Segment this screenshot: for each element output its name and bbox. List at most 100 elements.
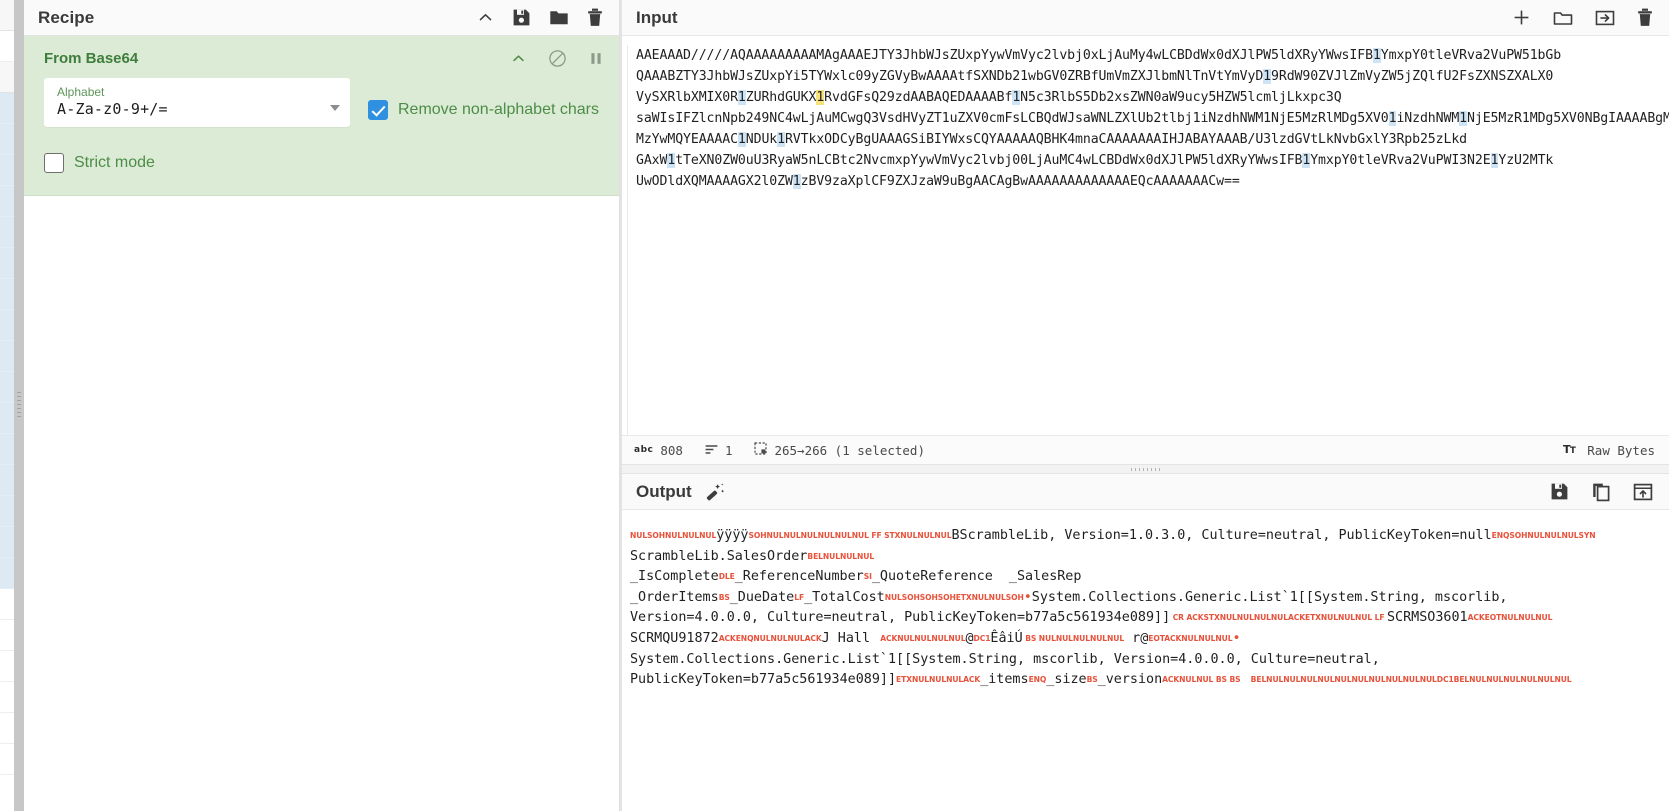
open-input-icon[interactable] (1595, 9, 1615, 27)
ops-item[interactable] (0, 465, 14, 496)
output-line: SCRMQU91872ACKENQNULNULNULACKJ Hall ACKN… (630, 630, 1241, 646)
output-text[interactable]: NULSOHNULNULNULÿÿÿÿSOHNULNULNULNULNULNUL… (622, 510, 1669, 811)
input-length-value: 808 (660, 442, 683, 458)
breakpoint-op-icon[interactable] (589, 50, 603, 67)
output-line: ScrambleLib.SalesOrderBELNULNULNUL (630, 548, 875, 564)
chevron-down-icon[interactable] (329, 105, 340, 111)
splitter-grip-icon (17, 391, 21, 420)
ops-item[interactable] (0, 310, 14, 341)
input-selection-status: 265→266 (1 selected) (754, 442, 925, 458)
open-folder-icon[interactable] (1553, 9, 1573, 27)
svg-text:T: T (1570, 446, 1576, 455)
ops-item[interactable] (0, 682, 14, 713)
ops-item[interactable] (0, 372, 14, 403)
operation-arguments: Alphabet A-Za-z0-9+/= Remove non-alphabe… (24, 78, 619, 127)
recipe-toolbar (477, 8, 603, 27)
alphabet-label: Alphabet (57, 85, 105, 99)
input-line: MzYwMQYEAAAAC1NDUk1RVTkxODCyBgUAAAGSiBIY… (636, 132, 1468, 147)
cyberchef-app: Recipe From Base64 Alphabet A-Za-z0-9+/=… (0, 0, 1669, 811)
remove-non-alphabet-checkbox[interactable] (367, 100, 388, 120)
output-pane: Output NULSOHNULNULNULÿÿÿÿSOHNULNULNULNU… (622, 474, 1669, 811)
recipe-title-bar: Recipe (24, 0, 619, 36)
ops-item[interactable] (0, 403, 14, 434)
input-encoding-status[interactable]: T T Raw Bytes (1563, 443, 1655, 458)
ops-search[interactable] (0, 31, 14, 62)
output-title: Output (636, 481, 692, 501)
clear-input-icon[interactable] (1637, 8, 1653, 27)
copy-output-icon[interactable] (1591, 482, 1611, 502)
output-line: NULSOHNULNULNULÿÿÿÿSOHNULNULNULNULNULNUL… (630, 528, 1596, 543)
output-title-bar: Output (622, 474, 1669, 510)
replace-input-icon[interactable] (1633, 482, 1653, 502)
text-format-icon: T T (1563, 443, 1579, 458)
operation-controls (511, 49, 603, 68)
ops-item[interactable] (0, 651, 14, 682)
save-output-icon[interactable] (1550, 482, 1569, 501)
ops-item[interactable] (0, 341, 14, 372)
input-output-splitter[interactable] (622, 465, 1669, 474)
splitter-grip-icon (1130, 468, 1161, 471)
ops-item[interactable] (0, 248, 14, 279)
operations-list-strip[interactable] (0, 0, 14, 811)
input-line: AAEAAAD/////AQAAAAAAAAAMAgAAAEJTY3JhbWJs… (636, 48, 1562, 63)
input-line: saWIsIFZlcnNpb249NC4wLjAuMCwgQ3VsdHVyZT1… (636, 111, 1669, 126)
remove-non-alphabet-label: Remove non-alphabet chars (397, 101, 599, 118)
collapse-op-icon[interactable] (511, 51, 526, 66)
ops-item[interactable] (0, 186, 14, 217)
input-status-bar: abc 808 1 265→266 (1 selected) T T Raw B… (622, 435, 1669, 465)
ops-recipe-splitter[interactable] (14, 0, 24, 811)
recipe-operation-from-base64[interactable]: From Base64 Alphabet A-Za-z0-9+/= Remove… (24, 36, 619, 196)
load-recipe-icon[interactable] (549, 8, 569, 27)
input-title-bar: Input (622, 0, 1669, 36)
input-selection-value: 265→266 (1 selected) (774, 442, 925, 458)
output-line: Version=4.0.0.0, Culture=neutral, Public… (630, 610, 1553, 626)
input-encoding-value: Raw Bytes (1587, 442, 1655, 458)
operation-header: From Base64 (24, 36, 619, 78)
alphabet-field[interactable]: Alphabet A-Za-z0-9+/= (44, 78, 350, 127)
ops-item[interactable] (0, 124, 14, 155)
ops-item[interactable] (0, 527, 14, 558)
recipe-operations-list[interactable]: From Base64 Alphabet A-Za-z0-9+/= Remove… (24, 36, 619, 811)
alphabet-value[interactable]: A-Za-z0-9+/= (57, 100, 323, 119)
selection-icon (754, 442, 768, 458)
ops-item[interactable] (0, 589, 14, 620)
output-line: System.Collections.Generic.List`1[[Syste… (630, 651, 1380, 667)
strict-mode-label: Strict mode (74, 154, 155, 171)
ops-item[interactable] (0, 620, 14, 651)
operation-title: From Base64 (44, 50, 139, 67)
add-input-tab-icon[interactable] (1512, 8, 1531, 27)
input-text[interactable]: AAEAAAD/////AQAAAAAAAAAMAgAAAEJTY3JhbWJs… (628, 45, 1669, 435)
output-line: _OrderItemsBS_DueDateLF_TotalCostNULSOHS… (630, 589, 1508, 605)
ops-item[interactable] (0, 93, 14, 124)
ops-item[interactable] (0, 155, 14, 186)
input-toolbar (1512, 8, 1653, 27)
input-line: VySXRlbXMIX0R1ZURhdGUKX1RvdGFsQ29zdAABAQ… (636, 90, 1342, 105)
recipe-io-splitter[interactable] (620, 0, 622, 811)
output-line: PublicKeyToken=b77a5c561934e089]]ETXNULN… (630, 672, 1572, 688)
ops-item[interactable] (0, 217, 14, 248)
input-editor[interactable]: AAEAAAD/////AQAAAAAAAAAMAgAAAEJTY3JhbWJs… (622, 36, 1669, 435)
ops-header (0, 0, 14, 31)
lines-icon (705, 443, 718, 458)
recipe-title: Recipe (38, 7, 95, 27)
clear-recipe-icon[interactable] (587, 8, 603, 27)
collapse-icon[interactable] (477, 9, 494, 26)
input-line: QAAABZTY3JhbWJsZUxpYi5TYWxlc09yZGVyBwAAA… (636, 69, 1554, 84)
remove-non-alphabet-row[interactable]: Remove non-alphabet chars (367, 78, 599, 120)
ops-item[interactable] (0, 279, 14, 310)
strict-mode-row[interactable]: Strict mode (24, 127, 619, 173)
ops-category-header[interactable] (0, 62, 14, 93)
magic-wand-icon[interactable] (704, 482, 726, 502)
input-lines-status: 1 (705, 443, 732, 458)
strict-mode-checkbox[interactable] (44, 153, 64, 173)
ops-item[interactable] (0, 558, 14, 589)
ops-item[interactable] (0, 713, 14, 744)
recipe-pane: Recipe From Base64 Alphabet A-Za-z0-9+/=… (24, 0, 620, 811)
ops-item[interactable] (0, 434, 14, 465)
ops-item[interactable] (0, 496, 14, 527)
disable-op-icon[interactable] (548, 49, 567, 68)
save-recipe-icon[interactable] (512, 8, 531, 27)
abc-icon: abc (634, 445, 654, 455)
ops-item[interactable] (0, 744, 14, 775)
output-toolbar (1550, 482, 1653, 502)
